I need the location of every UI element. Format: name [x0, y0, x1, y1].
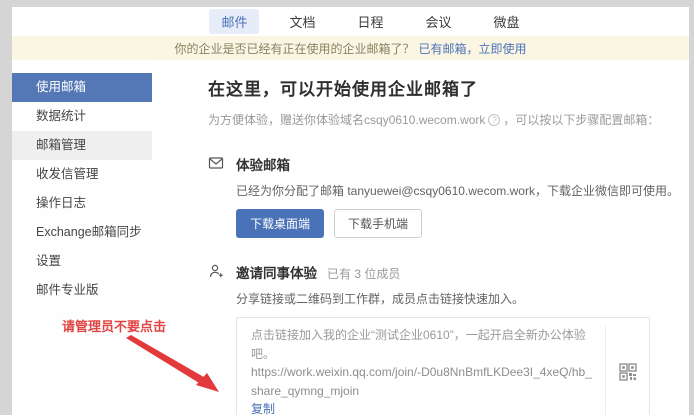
top-nav: 邮件 文档 日程 会议 微盘	[12, 7, 689, 36]
banner-question: 你的企业是否已经有正在使用的企业邮箱了？	[174, 40, 414, 57]
sidebar-item-settings[interactable]: 设置	[12, 247, 152, 276]
section-invite-body: 邀请同事体验 已有 3 位成员 分享链接或二维码到工作群，成员点击链接快速加入。…	[236, 262, 650, 415]
invite-url: https://work.weixin.qq.com/join/-D0u8NnB…	[251, 363, 595, 400]
admin-warning-note: 请管理员不要点击	[62, 316, 166, 335]
tab-drive[interactable]: 微盘	[482, 9, 532, 34]
tab-meeting[interactable]: 会议	[414, 9, 464, 34]
trial-desc-prefix: 已经为你分配了邮箱	[236, 184, 347, 198]
tab-mail[interactable]: 邮件	[209, 9, 259, 34]
main-panel: 在这里，可以开始使用企业邮箱了 为方便体验，赠送你体验域名 csqy0610.w…	[152, 60, 689, 415]
section-invite: 邀请同事体验 已有 3 位成员 分享链接或二维码到工作群，成员点击链接快速加入。…	[208, 262, 689, 415]
section-trial-body: 体验邮箱 已经为你分配了邮箱 tanyuewei@csqy0610.wecom.…	[236, 154, 679, 238]
subtitle-prefix: 为方便体验，赠送你体验域名	[208, 111, 364, 128]
member-count: 已有 3 位成员	[327, 265, 400, 282]
invite-title: 邀请同事体验	[236, 262, 317, 282]
sidebar-item-use-mailbox[interactable]: 使用邮箱	[12, 73, 152, 102]
invite-link-box: 点击链接加入我的企业“测试企业0610”，一起开启全新办公体验吧。 https:…	[236, 317, 650, 415]
sidebar-item-send-receive[interactable]: 收发信管理	[12, 160, 152, 189]
copy-link[interactable]: 复制	[251, 400, 275, 415]
banner-use-now-link[interactable]: 已有邮箱，立即使用	[419, 40, 527, 57]
app-window: 邮件 文档 日程 会议 微盘 你的企业是否已经有正在使用的企业邮箱了？ 已有邮箱…	[12, 7, 689, 415]
sidebar: 使用邮箱 数据统计 邮箱管理 收发信管理 操作日志 Exchange邮箱同步 设…	[12, 60, 152, 415]
sidebar-item-mail-pro[interactable]: 邮件专业版	[12, 276, 152, 305]
sidebar-item-operation-log[interactable]: 操作日志	[12, 189, 152, 218]
download-mobile-button[interactable]: 下载手机端	[334, 209, 422, 238]
qr-code-button[interactable]	[605, 326, 649, 415]
invite-link-text: 点击链接加入我的企业“测试企业0610”，一起开启全新办公体验吧。 https:…	[251, 326, 605, 415]
invite-desc: 分享链接或二维码到工作群，成员点击链接快速加入。	[236, 290, 650, 307]
section-trial-mailbox: 体验邮箱 已经为你分配了邮箱 tanyuewei@csqy0610.wecom.…	[208, 154, 689, 238]
help-icon[interactable]: ?	[488, 114, 500, 126]
trial-desc-suffix: ，下载企业微信即可使用。	[535, 184, 679, 198]
trial-domain: csqy0610.wecom.work	[364, 113, 485, 127]
notice-banner: 你的企业是否已经有正在使用的企业邮箱了？ 已有邮箱，立即使用	[12, 36, 689, 60]
screenshot-page: 邮件 文档 日程 会议 微盘 你的企业是否已经有正在使用的企业邮箱了？ 已有邮箱…	[0, 0, 694, 415]
person-add-icon	[208, 262, 236, 415]
invite-title-row: 邀请同事体验 已有 3 位成员	[236, 262, 650, 282]
envelope-icon	[208, 154, 236, 238]
subtitle-suffix: ，可以按以下步骤配置邮箱：	[503, 111, 659, 128]
invite-box-line1: 点击链接加入我的企业“测试企业0610”，一起开启全新办公体验吧。	[251, 326, 595, 363]
sidebar-item-exchange-sync[interactable]: Exchange邮箱同步	[12, 218, 152, 247]
download-desktop-button[interactable]: 下载桌面端	[236, 209, 324, 238]
qr-code-icon	[619, 363, 637, 381]
page-title: 在这里，可以开始使用企业邮箱了	[208, 75, 689, 100]
trial-buttons: 下载桌面端 下载手机端	[236, 209, 679, 238]
tab-docs[interactable]: 文档	[277, 9, 327, 34]
page-subtitle: 为方便体验，赠送你体验域名 csqy0610.wecom.work ? ，可以按…	[208, 111, 689, 128]
trial-title: 体验邮箱	[236, 154, 679, 174]
content-area: 使用邮箱 数据统计 邮箱管理 收发信管理 操作日志 Exchange邮箱同步 设…	[12, 60, 689, 415]
sidebar-item-statistics[interactable]: 数据统计	[12, 102, 152, 131]
trial-email: tanyuewei@csqy0610.wecom.work	[347, 184, 535, 198]
sidebar-item-mailbox-management[interactable]: 邮箱管理	[12, 131, 152, 160]
trial-desc: 已经为你分配了邮箱 tanyuewei@csqy0610.wecom.work，…	[236, 182, 679, 199]
tab-calendar[interactable]: 日程	[345, 9, 395, 34]
